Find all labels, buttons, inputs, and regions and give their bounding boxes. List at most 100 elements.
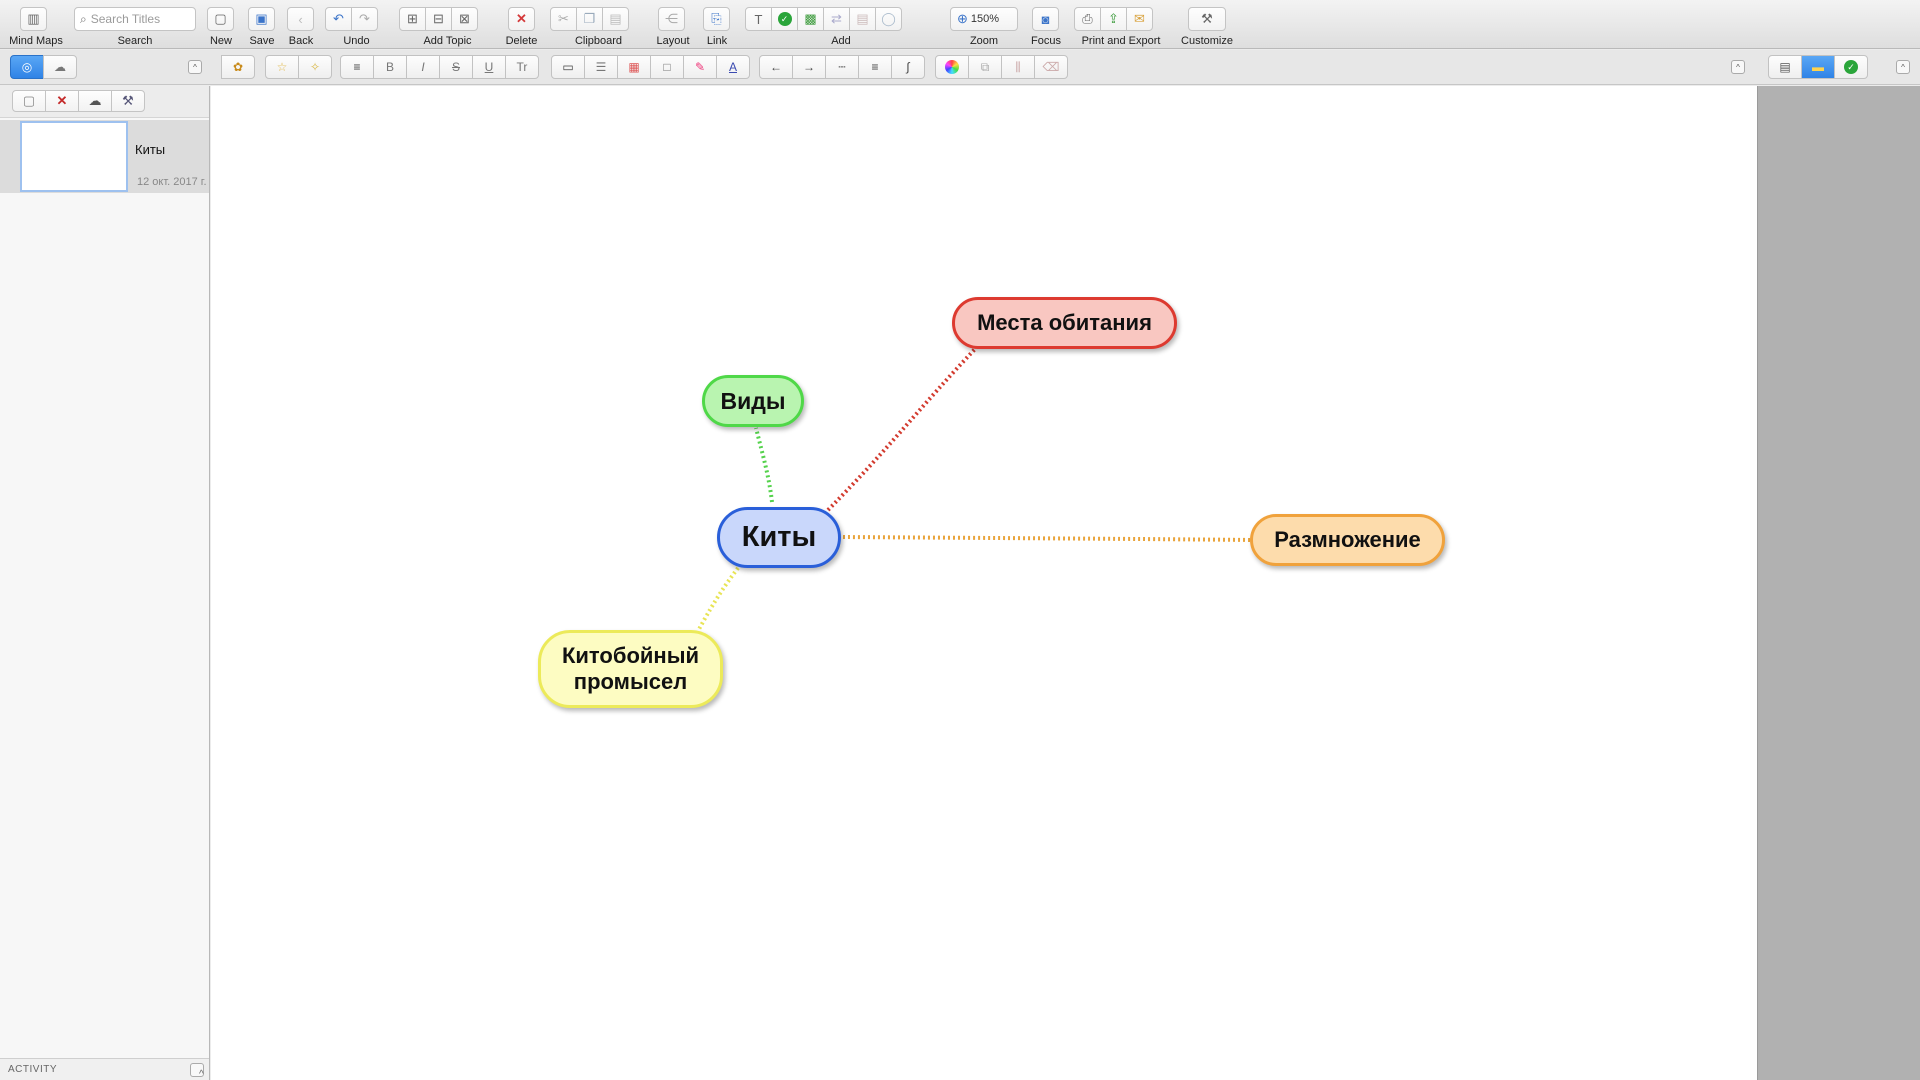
collapse-right-button[interactable]: ^ bbox=[1896, 60, 1910, 74]
activity-toggle-button[interactable]: ^ bbox=[190, 1063, 204, 1080]
link-button[interactable]: ⎘ bbox=[703, 7, 730, 31]
underline-button[interactable]: U bbox=[472, 55, 506, 79]
undo-button[interactable]: ↶ bbox=[325, 7, 352, 31]
add-text-button[interactable]: T bbox=[745, 7, 772, 31]
copy-icon: ❐ bbox=[583, 11, 596, 26]
font-size-button[interactable]: Tr bbox=[505, 55, 539, 79]
italic-button[interactable]: I bbox=[406, 55, 440, 79]
topic-whaling[interactable]: Китобойный промысел bbox=[538, 630, 723, 708]
maps-view-button[interactable]: ◎ bbox=[10, 55, 44, 79]
add-parent-topic-button[interactable]: ⊠ bbox=[451, 7, 478, 31]
align-button[interactable]: ≡ bbox=[340, 55, 374, 79]
arrange-button[interactable]: ⧉ bbox=[968, 55, 1002, 79]
add-callout-button[interactable]: ◯ bbox=[875, 7, 902, 31]
save-label: Save bbox=[249, 35, 275, 47]
topic-species[interactable]: Виды bbox=[702, 375, 804, 427]
style-button[interactable]: ☆ bbox=[265, 55, 299, 79]
map-date: 12 окт. 2017 г. bbox=[137, 176, 207, 188]
new-map-button[interactable]: ▢ bbox=[12, 89, 46, 112]
strikethrough-button[interactable]: S bbox=[439, 55, 473, 79]
close-icon: ✕ bbox=[516, 11, 527, 26]
zoom-control[interactable]: ⊕ 150% bbox=[950, 7, 1018, 31]
add-sibling-topic-button[interactable]: ⊞ bbox=[399, 7, 426, 31]
notes-view-button[interactable]: ▬ bbox=[1801, 55, 1835, 79]
export-icon: ⇪ bbox=[1108, 11, 1119, 26]
email-button[interactable]: ✉ bbox=[1126, 7, 1153, 31]
relation-icon: ⇄ bbox=[831, 11, 842, 26]
mind-maps-label: Mind Maps bbox=[9, 35, 63, 47]
add-relation-button[interactable]: ⇄ bbox=[823, 7, 850, 31]
new-button[interactable]: ▢ bbox=[207, 7, 234, 31]
collapse-sidebar-button[interactable]: ^ bbox=[188, 60, 202, 74]
fill-color-button[interactable]: □ bbox=[650, 55, 684, 79]
cloud-sync-button[interactable]: ☁ bbox=[78, 89, 112, 112]
line-width-button[interactable]: ≡ bbox=[858, 55, 892, 79]
print-button[interactable]: ⎙ bbox=[1074, 7, 1101, 31]
export-button[interactable]: ⇪ bbox=[1100, 7, 1127, 31]
cloud-view-button[interactable]: ☁ bbox=[43, 55, 77, 79]
star-icon: ☆ bbox=[276, 60, 288, 74]
bold-button[interactable]: B bbox=[373, 55, 407, 79]
line-start-button[interactable]: ← bbox=[759, 55, 793, 79]
arrange-icon: ⧉ bbox=[980, 59, 990, 74]
collapse-panel-button[interactable]: ^ bbox=[1731, 60, 1745, 74]
clear-format-button[interactable]: ⌫ bbox=[1034, 55, 1068, 79]
line-curve-button[interactable]: ∫ bbox=[891, 55, 925, 79]
shape-button[interactable]: ▭ bbox=[551, 55, 585, 79]
customize-button[interactable]: ⚒ bbox=[1188, 7, 1226, 31]
mind-map-canvas[interactable]: Киты Места обитания Виды Размножение Кит… bbox=[211, 86, 1757, 1080]
delete-button[interactable]: ✕ bbox=[508, 7, 535, 31]
link-icon: ⎘ bbox=[711, 11, 722, 26]
search-field[interactable]: ⌕ bbox=[74, 7, 196, 31]
focus-button[interactable]: ◙ bbox=[1032, 7, 1059, 31]
add-task-button[interactable]: ✓ bbox=[771, 7, 798, 31]
arrow-right-icon: → bbox=[803, 60, 815, 74]
search-input[interactable] bbox=[90, 12, 186, 26]
line-width-icon: ≡ bbox=[871, 60, 879, 74]
cut-button[interactable]: ✂ bbox=[550, 7, 577, 31]
lines-icon: ☰ bbox=[595, 60, 607, 74]
topic-reproduction[interactable]: Размножение bbox=[1250, 514, 1445, 566]
close-icon: ✕ bbox=[56, 92, 68, 108]
chevron-up-icon: ^ bbox=[193, 62, 197, 72]
fill-pattern-button[interactable]: ▦ bbox=[617, 55, 651, 79]
copy-button[interactable]: ❐ bbox=[576, 7, 603, 31]
back-button[interactable]: ‹ bbox=[287, 7, 314, 31]
delete-map-button[interactable]: ✕ bbox=[45, 89, 79, 112]
add-image-button[interactable]: ▩ bbox=[797, 7, 824, 31]
copy-style-button[interactable]: ✧ bbox=[298, 55, 332, 79]
paste-button[interactable]: ▤ bbox=[602, 7, 629, 31]
add-note-button[interactable]: ▤ bbox=[849, 7, 876, 31]
app-window: ▥ Mind Maps ⌕ Search ▢ New ▣ Save ‹ Back… bbox=[0, 0, 1920, 1080]
map-list-item[interactable]: Киты 12 окт. 2017 г. bbox=[0, 120, 209, 193]
central-topic[interactable]: Киты bbox=[717, 507, 841, 568]
add-child-topic-button[interactable]: ⊟ bbox=[425, 7, 452, 31]
inspector-panel bbox=[1757, 86, 1920, 1080]
topic-label: Виды bbox=[720, 387, 786, 414]
line-end-button[interactable]: → bbox=[792, 55, 826, 79]
text-color-button[interactable]: A bbox=[716, 55, 750, 79]
color-picker-button[interactable] bbox=[935, 55, 969, 79]
central-topic-label: Киты bbox=[741, 521, 817, 553]
fill-icon: □ bbox=[663, 60, 671, 74]
color-wheel-icon bbox=[945, 60, 959, 74]
activity-bar[interactable]: ACTIVITY ^ bbox=[0, 1058, 209, 1080]
theme-button[interactable]: ✿ bbox=[221, 55, 255, 79]
outline-view-button[interactable]: ▤ bbox=[1768, 55, 1802, 79]
layout-button[interactable]: ⋲ bbox=[658, 7, 685, 31]
highlight-button[interactable]: ✎ bbox=[683, 55, 717, 79]
line-style-button[interactable]: ┄ bbox=[825, 55, 859, 79]
search-label: Search bbox=[117, 35, 153, 47]
border-button[interactable]: ☰ bbox=[584, 55, 618, 79]
add-child-icon: ⊟ bbox=[433, 11, 444, 26]
map-settings-button[interactable]: ⚒ bbox=[111, 89, 145, 112]
tasks-view-button[interactable]: ✓ bbox=[1834, 55, 1868, 79]
focus-icon: ◙ bbox=[1041, 11, 1050, 27]
topic-habitats[interactable]: Места обитания bbox=[952, 297, 1177, 349]
text-format-group: ≡ B I S U Tr bbox=[340, 55, 539, 79]
redo-button[interactable]: ↷ bbox=[351, 7, 378, 31]
sidebar-toggle-button[interactable]: ▥ bbox=[20, 7, 47, 31]
dotted-line-icon: ┄ bbox=[838, 60, 846, 74]
save-button[interactable]: ▣ bbox=[248, 7, 275, 31]
distribute-button[interactable]: ⫼ bbox=[1001, 55, 1035, 79]
